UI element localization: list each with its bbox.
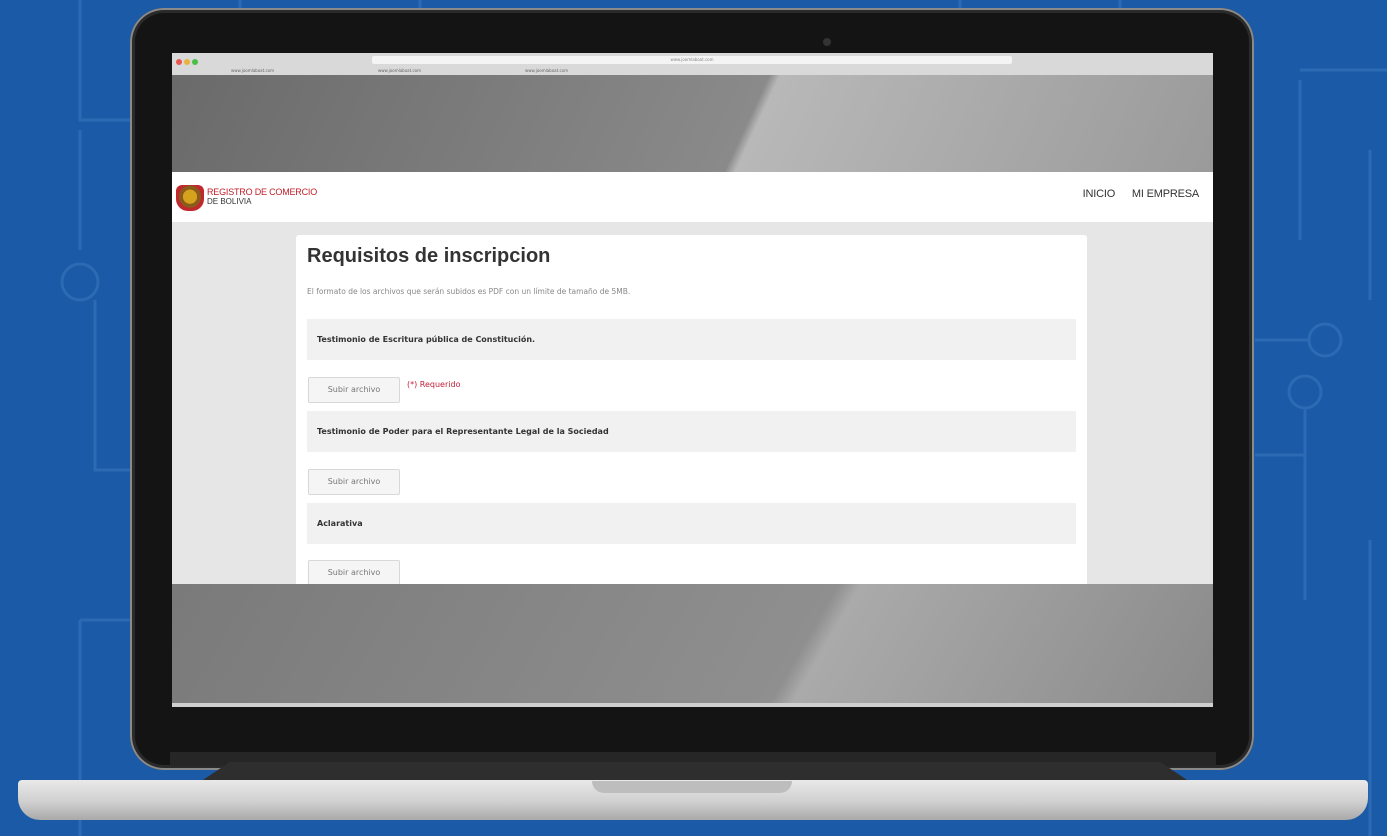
requirement-item: Aclarativa <box>307 503 1076 544</box>
requirement-item: Testimonio de Poder para el Representant… <box>307 411 1076 452</box>
required-indicator: (*) Requerido <box>407 380 461 389</box>
upload-button[interactable]: Subir archivo <box>308 469 400 495</box>
upload-button[interactable]: Subir archivo <box>308 377 400 403</box>
requirement-item: Testimonio de Escritura pública de Const… <box>307 319 1076 360</box>
brand-name[interactable]: REGISTRO DE COMERCIO <box>207 187 317 197</box>
upload-button[interactable]: Subir archivo <box>308 560 400 584</box>
bolivia-coat-of-arms-logo[interactable] <box>176 185 204 211</box>
nav-item-mi-empresa[interactable]: MI EMPRESA <box>1132 188 1199 200</box>
laptop-keyboard <box>200 762 1190 782</box>
brand-subtitle[interactable]: DE BOLIVIA <box>207 197 251 206</box>
website: REGISTRO DE COMERCIO DE BOLIVIA INICIO M… <box>172 172 1213 584</box>
browser-tabs: www.joomlaboat.com www.joomlaboat.com ww… <box>172 66 1213 75</box>
browser-tab[interactable]: www.joomlaboat.com <box>474 67 619 75</box>
browser-tab[interactable]: www.joomlaboat.com <box>180 67 325 75</box>
camera-icon <box>823 38 831 46</box>
maximize-icon[interactable] <box>192 59 198 65</box>
screen-reflection-bottom <box>172 584 1213 706</box>
browser-tab[interactable]: www.joomlaboat.com <box>327 67 472 75</box>
nav-item-inicio[interactable]: INICIO <box>1083 188 1116 200</box>
main-nav: INICIO MI EMPRESA <box>1069 188 1200 200</box>
requirement-label: Testimonio de Poder para el Representant… <box>317 427 609 436</box>
requirement-label: Testimonio de Escritura pública de Const… <box>317 335 536 344</box>
requirements-card: Requisitos de inscripcion El formato de … <box>296 235 1087 584</box>
page-title: Requisitos de inscripcion <box>307 245 551 267</box>
intro-text: El formato de los archivos que serán sub… <box>307 287 631 296</box>
screen-reflection-top <box>172 75 1213 172</box>
requirement-label: Aclarativa <box>317 519 363 528</box>
screen-bottom-edge <box>172 703 1213 707</box>
laptop-screen: www.joomlaboat.com www.joomlaboat.com ww… <box>172 53 1213 706</box>
address-bar[interactable]: www.joomlaboat.com <box>372 56 1012 64</box>
laptop-notch <box>592 781 792 793</box>
close-icon[interactable] <box>176 59 182 65</box>
site-header: REGISTRO DE COMERCIO DE BOLIVIA INICIO M… <box>172 172 1213 222</box>
minimize-icon[interactable] <box>184 59 190 65</box>
browser-chrome: www.joomlaboat.com www.joomlaboat.com ww… <box>172 53 1213 76</box>
